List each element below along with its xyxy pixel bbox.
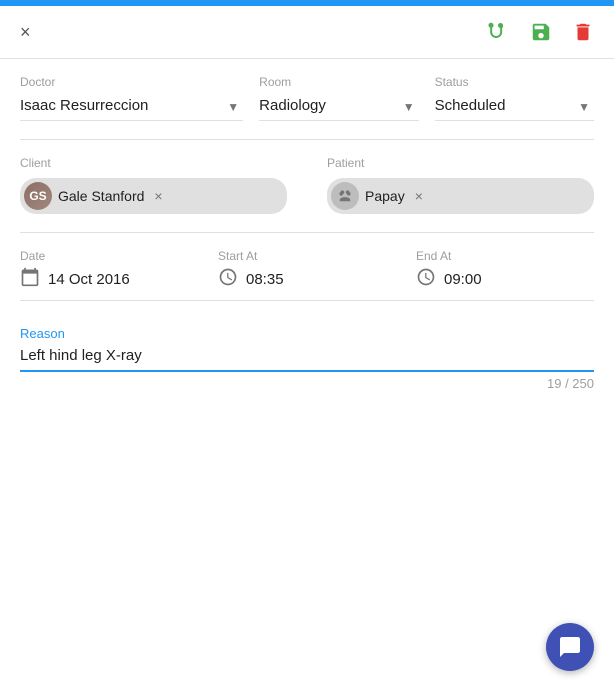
client-remove-button[interactable]: × bbox=[154, 189, 162, 203]
client-avatar: GS bbox=[24, 182, 52, 210]
modal-header: × bbox=[0, 6, 614, 59]
doctor-label: Doctor bbox=[20, 75, 243, 89]
date-label: Date bbox=[20, 249, 198, 263]
stethoscope-icon bbox=[486, 20, 510, 44]
save-button[interactable] bbox=[526, 17, 556, 47]
delete-button[interactable] bbox=[568, 17, 598, 47]
chat-fab-button[interactable] bbox=[546, 623, 594, 671]
modal-container: × bbox=[0, 0, 614, 691]
client-name: Gale Stanford bbox=[58, 188, 144, 204]
patient-label: Patient bbox=[327, 156, 594, 170]
reason-label: Reason bbox=[20, 326, 65, 341]
date-value: 14 Oct 2016 bbox=[48, 271, 130, 288]
save-icon bbox=[530, 21, 552, 43]
client-label: Client bbox=[20, 156, 287, 170]
datetime-row: Date 14 Oct 2016 Start At 08:35 bbox=[20, 249, 594, 301]
patient-chip: Papay × bbox=[327, 178, 594, 214]
status-group: Status Scheduled ▼ bbox=[435, 75, 594, 121]
status-select[interactable]: Scheduled bbox=[435, 93, 594, 121]
clock-start-icon bbox=[218, 267, 238, 292]
room-label: Room bbox=[259, 75, 418, 89]
delete-icon bbox=[572, 21, 594, 43]
header-actions bbox=[482, 16, 598, 48]
date-group: Date 14 Oct 2016 bbox=[20, 249, 198, 292]
client-chip: GS Gale Stanford × bbox=[20, 178, 287, 214]
start-at-label: Start At bbox=[218, 249, 396, 263]
reason-input[interactable] bbox=[20, 343, 594, 372]
doctor-group: Doctor Isaac Resurreccion ▼ bbox=[20, 75, 243, 121]
patient-group: Patient Papay × bbox=[327, 156, 594, 214]
room-select[interactable]: Radiology bbox=[259, 93, 418, 121]
end-at-label: End At bbox=[416, 249, 594, 263]
end-at-group: End At 09:00 bbox=[416, 249, 594, 292]
patient-remove-button[interactable]: × bbox=[415, 189, 423, 203]
end-at-value: 09:00 bbox=[444, 271, 482, 288]
client-patient-row: Client GS Gale Stanford × Patient P bbox=[20, 156, 594, 214]
stethoscope-button[interactable] bbox=[482, 16, 514, 48]
doctor-select[interactable]: Isaac Resurreccion bbox=[20, 93, 243, 121]
clock-end-icon bbox=[416, 267, 436, 292]
chat-icon bbox=[558, 635, 582, 659]
section-divider-2 bbox=[20, 232, 594, 233]
reason-section: Reason 19 / 250 bbox=[20, 325, 594, 391]
client-group: Client GS Gale Stanford × bbox=[20, 156, 287, 214]
room-group: Room Radiology ▼ bbox=[259, 75, 418, 121]
patient-name: Papay bbox=[365, 188, 405, 204]
status-label: Status bbox=[435, 75, 594, 89]
doctor-room-status-row: Doctor Isaac Resurreccion ▼ Room Radiolo… bbox=[20, 75, 594, 121]
patient-avatar bbox=[331, 182, 359, 210]
start-at-value: 08:35 bbox=[246, 271, 284, 288]
form-body: Doctor Isaac Resurreccion ▼ Room Radiolo… bbox=[0, 59, 614, 691]
section-divider-1 bbox=[20, 139, 594, 140]
close-button[interactable]: × bbox=[16, 18, 35, 47]
reason-counter: 19 / 250 bbox=[20, 376, 594, 391]
paw-icon bbox=[336, 187, 354, 205]
start-at-group: Start At 08:35 bbox=[218, 249, 396, 292]
calendar-icon bbox=[20, 267, 40, 292]
